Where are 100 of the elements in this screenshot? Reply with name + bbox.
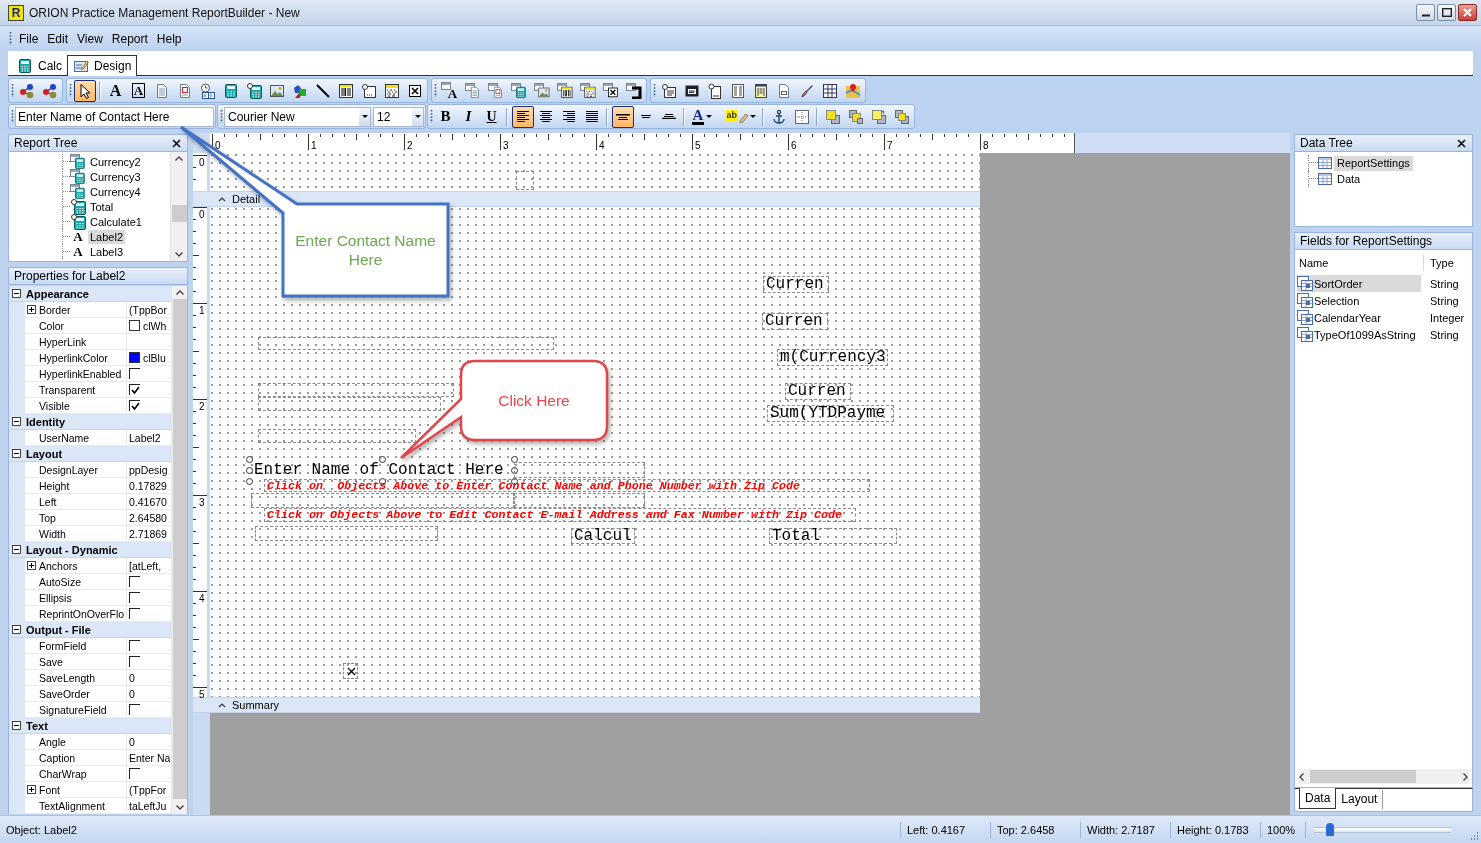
scroll-thumb[interactable]: [1310, 770, 1416, 783]
stacked-letter-button[interactable]: A: [438, 79, 461, 102]
grip-icon[interactable]: [11, 83, 14, 98]
collapse-icon[interactable]: [12, 449, 21, 458]
grip-icon[interactable]: [653, 83, 656, 98]
close-icon[interactable]: [1457, 138, 1466, 148]
panel-tab[interactable]: Data: [1299, 788, 1337, 809]
panel-tab[interactable]: Layout: [1336, 790, 1384, 809]
expand-icon[interactable]: [27, 785, 36, 794]
menu-item[interactable]: File: [14, 29, 43, 48]
slider-thumb[interactable]: [1326, 823, 1335, 836]
menu-item[interactable]: Report: [106, 29, 152, 48]
dotted-grid-icon: [793, 108, 810, 125]
collapse-icon[interactable]: [12, 417, 21, 426]
bold-button[interactable]: B: [434, 105, 457, 128]
tree-item[interactable]: Data: [1334, 171, 1364, 187]
checkbox[interactable]: [129, 592, 140, 603]
checkbox[interactable]: [129, 640, 140, 651]
highlight-button[interactable]: ab: [722, 105, 759, 128]
bring-forward-icon: [870, 108, 887, 125]
tree-item[interactable]: Total: [88, 199, 116, 214]
checkbox[interactable]: [129, 576, 140, 587]
send-backward-icon: [893, 108, 910, 125]
stacked-picture-icon: [533, 82, 550, 99]
collapse-icon[interactable]: [12, 625, 21, 634]
minimize-button[interactable]: [1416, 4, 1435, 21]
tree-item[interactable]: Currency3: [88, 169, 143, 184]
pointer-button[interactable]: [73, 79, 96, 102]
collapse-caret-icon[interactable]: [218, 196, 226, 202]
resize-grip-icon[interactable]: [1468, 832, 1479, 841]
category-header[interactable]: Appearance: [9, 286, 171, 302]
category-header[interactable]: Output - File: [9, 622, 171, 638]
checkbox[interactable]: [129, 768, 140, 779]
expand-icon[interactable]: [27, 305, 36, 314]
tree-item[interactable]: Label3: [88, 244, 126, 259]
menu-item[interactable]: View: [72, 29, 107, 48]
tree-item[interactable]: Calculate1: [88, 214, 144, 229]
category-header[interactable]: Layout - Dynamic: [9, 542, 171, 558]
grip-icon[interactable]: [11, 109, 14, 124]
grip-icon[interactable]: [69, 83, 72, 98]
grip-icon[interactable]: [430, 109, 433, 124]
maximize-button[interactable]: [1437, 4, 1456, 21]
selection-handle[interactable]: [245, 455, 253, 463]
menu-item[interactable]: Help: [151, 29, 186, 48]
zoom-level: 100%: [1267, 823, 1296, 836]
letter-a-button[interactable]: A: [104, 79, 127, 102]
mode-tab[interactable]: Design: [67, 55, 138, 76]
checkbox[interactable]: [129, 384, 140, 395]
align-center-icon: [539, 111, 552, 122]
checkbox[interactable]: [129, 368, 140, 379]
grip-icon[interactable]: [220, 109, 223, 124]
tree-item[interactable]: Currency2: [88, 154, 143, 169]
close-icon[interactable]: [172, 138, 181, 148]
selection-handle[interactable]: [510, 455, 518, 463]
menu-item[interactable]: Edit: [42, 29, 73, 48]
selection-handle[interactable]: [245, 477, 253, 485]
selection-handle[interactable]: [378, 455, 386, 463]
instruction-text: Click on Objects Above to Enter Contact Name and Phone Number with Zip Code: [264, 479, 870, 492]
tree-item[interactable]: Label2: [88, 229, 126, 244]
collapse-caret-icon[interactable]: [218, 702, 226, 708]
field-list-item[interactable]: SortOrder: [1297, 275, 1421, 292]
property-name: Save: [39, 655, 63, 668]
category-header[interactable]: Identity: [9, 414, 171, 430]
checkbox[interactable]: [129, 704, 140, 715]
field-list-item[interactable]: CalendarYear: [1297, 309, 1421, 326]
underline-button[interactable]: U: [480, 105, 503, 128]
column-header[interactable]: Name: [1299, 256, 1329, 269]
checkbox[interactable]: [129, 608, 140, 619]
selection-handle[interactable]: [245, 466, 253, 474]
mode-tab[interactable]: Calc: [12, 56, 67, 75]
field-list-item[interactable]: TypeOf1099AsString: [1297, 326, 1421, 343]
panel-title: Properties for Label2: [14, 269, 126, 283]
vertical-scrollbar[interactable]: [170, 152, 187, 261]
expand-icon[interactable]: [27, 561, 36, 570]
collapse-icon[interactable]: [12, 545, 21, 554]
design-form-icon: [73, 58, 89, 74]
horizontal-scrollbar[interactable]: [1298, 769, 1469, 784]
grip-icon[interactable]: [9, 31, 12, 46]
italic-button[interactable]: I: [457, 105, 480, 128]
grip-icon[interactable]: [434, 83, 437, 98]
checkbox[interactable]: [129, 400, 140, 411]
scroll-thumb[interactable]: [171, 205, 187, 222]
tree-item[interactable]: Currency4: [88, 184, 143, 199]
selection-handle[interactable]: [510, 466, 518, 474]
close-button[interactable]: [1458, 4, 1477, 21]
category-header[interactable]: Text: [9, 718, 171, 734]
font-color-button[interactable]: A: [688, 105, 722, 128]
collapse-icon[interactable]: [12, 289, 21, 298]
font-size-dropdown[interactable]: 12: [373, 106, 424, 127]
font-name-dropdown[interactable]: Courier New: [224, 106, 371, 127]
align-left-button[interactable]: [511, 105, 534, 128]
tree-item[interactable]: ReportSettings: [1334, 155, 1413, 171]
category-header[interactable]: Layout: [9, 446, 171, 462]
framed-letter-button[interactable]: A: [127, 79, 150, 102]
collapse-icon[interactable]: [12, 721, 21, 730]
checkbox[interactable]: [129, 656, 140, 667]
column-header[interactable]: Type: [1430, 256, 1454, 269]
align-top-button[interactable]: [611, 105, 634, 128]
field-list-item[interactable]: Selection: [1297, 292, 1421, 309]
caption-field[interactable]: Enter Name of Contact Here: [15, 106, 214, 127]
